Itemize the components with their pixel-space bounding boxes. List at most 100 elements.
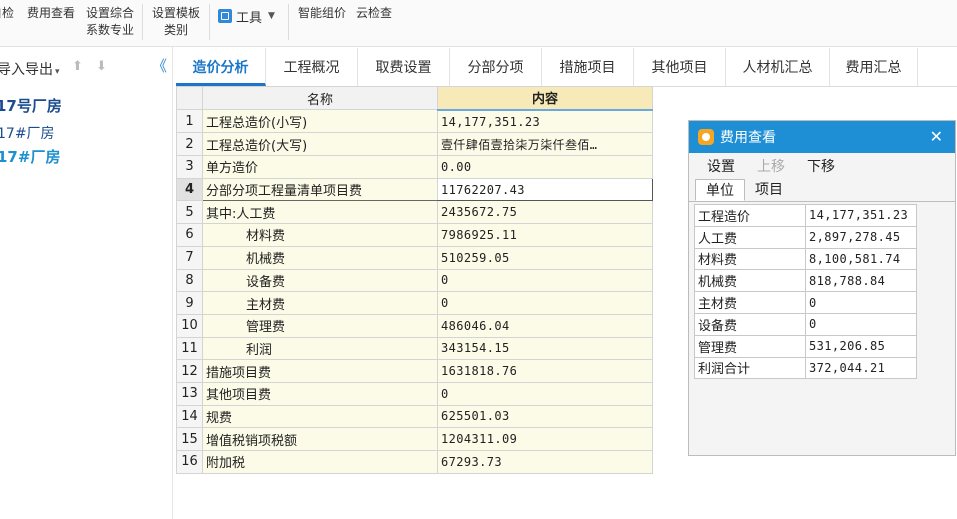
table-row[interactable]: 11 利润 343154.15	[176, 336, 653, 361]
set-coefficient-button[interactable]: 设置综合 系数专业	[86, 5, 134, 39]
arrow-up-icon[interactable]: ⬆	[72, 59, 83, 74]
list-item[interactable]: 主材费 0	[694, 291, 917, 314]
table-row[interactable]: 16 附加税 67293.73	[176, 450, 653, 474]
fee-label: 材料费	[694, 247, 806, 271]
row-index: 12	[176, 359, 203, 383]
list-item[interactable]: 管理费 531,206.85	[694, 334, 917, 358]
name-column-header: 名称	[202, 85, 438, 111]
table-row[interactable]: 12 措施项目费 1631818.76	[176, 359, 653, 383]
row-value[interactable]: 7986925.11	[437, 223, 653, 247]
row-value[interactable]: 14,177,351.23	[437, 109, 653, 134]
cloud-check-button[interactable]: 云检查	[356, 5, 392, 22]
row-value[interactable]: 0.00	[437, 155, 653, 179]
row-value[interactable]: 486046.04	[437, 313, 653, 338]
table-row-selected[interactable]: 4 分部分项工程量清单项目费 11762207.43	[176, 177, 653, 202]
table-row[interactable]: 6 材料费 7986925.11	[176, 223, 653, 247]
row-name[interactable]: 管理费	[202, 313, 438, 338]
row-value[interactable]: 1631818.76	[437, 359, 653, 383]
tab-fee-settings[interactable]: 取费设置	[358, 48, 450, 86]
row-name[interactable]: 工程总造价(大写)	[202, 132, 438, 157]
fee-value: 818,788.84	[805, 269, 917, 293]
list-item[interactable]: 材料费 8,100,581.74	[694, 247, 917, 271]
project-tree-panel: 导入导出 ▾ ⬆ ⬇ 《 17号厂房 17#厂房 17#厂房	[0, 47, 173, 519]
table-row[interactable]: 9 主材费 0	[176, 291, 653, 315]
row-name[interactable]: 工程总造价(小写)	[202, 109, 438, 134]
tab-project-overview[interactable]: 工程概况	[266, 48, 358, 86]
row-value[interactable]: 1204311.09	[437, 427, 653, 451]
row-name[interactable]: 设备费	[202, 268, 438, 293]
row-value[interactable]: 壹仟肆佰壹拾柒万柒仟叁佰…	[437, 132, 653, 157]
tab-labor-material-summary[interactable]: 人材机汇总	[726, 48, 830, 86]
tab-fee-summary[interactable]: 费用汇总	[830, 48, 918, 86]
table-row[interactable]: 3 单方造价 0.00	[176, 155, 653, 179]
row-value[interactable]: 11762207.43	[437, 177, 653, 202]
list-item[interactable]: 机械费 818,788.84	[694, 269, 917, 293]
row-name[interactable]: 单方造价	[202, 155, 438, 179]
row-name[interactable]: 利润	[202, 336, 438, 361]
table-row[interactable]: 1 工程总造价(小写) 14,177,351.23	[176, 109, 653, 134]
row-value[interactable]: 67293.73	[437, 450, 653, 474]
row-name[interactable]: 增值税销项税额	[202, 427, 438, 451]
table-row[interactable]: 15 增值税销项税额 1204311.09	[176, 427, 653, 451]
row-name[interactable]: 分部分项工程量清单项目费	[202, 177, 438, 202]
tree-node-unit-selected[interactable]: 17#厂房	[0, 146, 60, 167]
tab-project[interactable]: 项目	[745, 179, 793, 201]
content-column-header: 内容	[437, 85, 653, 111]
row-index: 1	[176, 109, 203, 134]
close-icon[interactable]: ✕	[930, 127, 943, 146]
tab-other-items[interactable]: 其他项目	[634, 48, 726, 86]
tab-sub-items[interactable]: 分部分项	[450, 48, 542, 86]
fee-label: 主材费	[694, 291, 806, 314]
row-value[interactable]: 0	[437, 268, 653, 293]
chevron-down-icon: ▾	[55, 67, 60, 77]
fee-value: 0	[805, 291, 917, 314]
table-row[interactable]: 7 机械费 510259.05	[176, 245, 653, 270]
table-row[interactable]: 8 设备费 0	[176, 268, 653, 293]
tools-label: 工具	[236, 10, 263, 26]
row-name[interactable]: 主材费	[202, 291, 438, 315]
row-name[interactable]: 规费	[202, 404, 438, 429]
import-export-menu[interactable]: 导入导出 ▾	[0, 59, 60, 79]
list-item[interactable]: 设备费 0	[694, 312, 917, 336]
list-item[interactable]: 利润合计 372,044.21	[694, 356, 917, 380]
fee-value: 14,177,351.23	[805, 204, 917, 227]
toolbar-divider	[209, 4, 210, 40]
settings-button[interactable]: 设置	[707, 156, 735, 176]
move-up-button[interactable]: 上移	[757, 156, 785, 176]
row-value[interactable]: 343154.15	[437, 336, 653, 361]
tree-node-unit[interactable]: 17#厂房	[0, 123, 55, 143]
set-coefficient-label-1: 设置综合	[86, 6, 135, 20]
move-down-button[interactable]: 下移	[807, 156, 835, 176]
row-value[interactable]: 0	[437, 291, 653, 315]
tree-node-project[interactable]: 17号厂房	[0, 95, 62, 116]
row-name[interactable]: 其他项目费	[202, 381, 438, 406]
row-value[interactable]: 2435672.75	[437, 200, 653, 225]
table-row[interactable]: 10 管理费 486046.04	[176, 313, 653, 338]
list-item[interactable]: 人工费 2,897,278.45	[694, 225, 917, 249]
table-row[interactable]: 13 其他项目费 0	[176, 381, 653, 406]
row-name[interactable]: 其中:人工费	[202, 200, 438, 225]
set-template-button[interactable]: 设置模板 类别	[152, 5, 200, 39]
tab-unit[interactable]: 单位	[695, 179, 745, 201]
table-row[interactable]: 14 规费 625501.03	[176, 404, 653, 429]
smart-pricing-button[interactable]: 智能组价	[298, 5, 346, 22]
row-name[interactable]: 材料费	[202, 223, 438, 247]
tools-icon	[218, 9, 232, 23]
tab-cost-analysis[interactable]: 造价分析	[176, 48, 266, 86]
arrow-down-icon[interactable]: ⬇	[96, 59, 107, 74]
collapse-panel-icon[interactable]: 《	[152, 55, 167, 76]
row-value[interactable]: 625501.03	[437, 404, 653, 429]
self-check-button[interactable]: 自检	[0, 5, 14, 22]
row-value[interactable]: 0	[437, 381, 653, 406]
table-row[interactable]: 2 工程总造价(大写) 壹仟肆佰壹拾柒万柒仟叁佰…	[176, 132, 653, 157]
fee-view-button[interactable]: 费用查看	[27, 5, 75, 22]
row-name[interactable]: 附加税	[202, 450, 438, 474]
tab-measure-items[interactable]: 措施项目	[542, 48, 634, 86]
row-name[interactable]: 机械费	[202, 245, 438, 270]
tools-dropdown-button[interactable]: 工具 ▼	[218, 6, 275, 26]
list-item[interactable]: 工程造价 14,177,351.23	[694, 204, 917, 227]
row-name[interactable]: 措施项目费	[202, 359, 438, 383]
table-row[interactable]: 5 其中:人工费 2435672.75	[176, 200, 653, 225]
row-value[interactable]: 510259.05	[437, 245, 653, 270]
fee-view-titlebar[interactable]: 费用查看 ✕	[689, 121, 955, 153]
